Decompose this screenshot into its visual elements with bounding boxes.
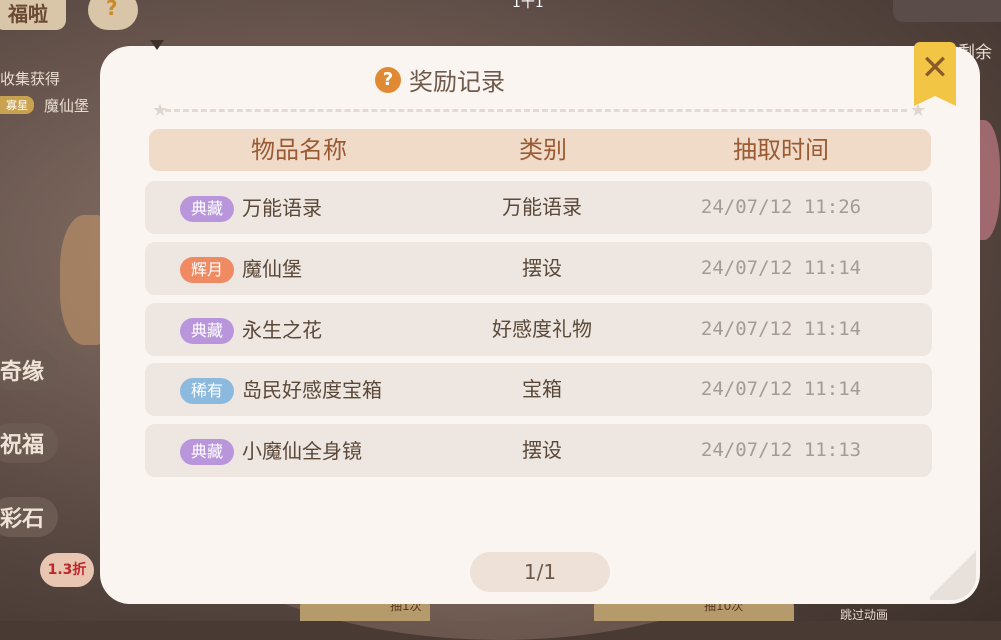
rarity-tag: 典藏 [180,438,234,465]
time-cell: 24/07/12 11:14 [700,378,862,400]
time-cell: 24/07/12 11:26 [700,196,862,218]
side-button-qiyuan[interactable]: 奇缘 [0,350,59,390]
top-left-button[interactable]: 福啦 [0,0,66,30]
item-name: 小魔仙全身镜 [242,439,362,463]
col-header-time: 抽取时间 [733,136,829,164]
rarity-badge-bg: 寡星 [0,96,34,114]
title-divider [165,109,907,112]
dialog-title: 奖励记录 [409,68,505,96]
page-indicator: 1/1 [470,552,610,592]
item-name: 永生之花 [242,318,322,342]
rarity-tag: 稀有 [180,377,234,404]
help-icon[interactable]: ? [375,66,401,93]
close-button[interactable]: ✕ [914,42,956,106]
item-name: 万能语录 [242,196,322,220]
top-right-panel [893,0,1001,22]
side-button-caishi[interactable]: 彩石 [0,497,59,537]
item-name-cell: 典藏 小魔仙全身镜 [180,424,362,478]
rarity-tag: 典藏 [180,317,234,344]
table-row: 典藏 小魔仙全身镜 摆设 24/07/12 11:13 [145,424,932,477]
item-name-cell: 稀有 岛民好感度宝箱 [180,363,382,417]
top-center-text: 1十1 [512,0,544,11]
page-fold-corner [930,548,976,600]
item-name-cell: 典藏 永生之花 [180,303,322,357]
category-cell: 摆设 [522,256,562,280]
category-cell: 好感度礼物 [492,317,592,341]
close-icon: ✕ [920,48,950,88]
table-row: 稀有 岛民好感度宝箱 宝箱 24/07/12 11:14 [145,363,932,416]
time-cell: 24/07/12 11:14 [700,257,862,279]
col-header-item-name: 物品名称 [251,136,347,164]
item-name: 岛民好感度宝箱 [242,378,382,402]
category-cell: 万能语录 [502,195,582,219]
top-help-button[interactable]: ? [88,0,138,30]
rarity-tag: 辉月 [180,256,234,283]
table-row: 典藏 万能语录 万能语录 24/07/12 11:26 [145,181,932,234]
discount-badge: 1.3折 [40,553,94,587]
table-row: 典藏 永生之花 好感度礼物 24/07/12 11:14 [145,303,932,356]
bg-item-text: 魔仙堡 [44,97,90,115]
time-cell: 24/07/12 11:13 [700,439,862,461]
category-cell: 宝箱 [522,377,562,401]
table-header: 物品名称 类别 抽取时间 [149,129,931,171]
table-row: 辉月 魔仙堡 摆设 24/07/12 11:14 [145,242,932,295]
col-header-category: 类别 [519,136,567,164]
rarity-tag: 典藏 [180,195,234,222]
item-name: 魔仙堡 [242,257,302,281]
dialog-title-row: ? 奖励记录 [0,62,880,97]
time-cell: 24/07/12 11:14 [700,318,862,340]
side-button-zhufu[interactable]: 祝福 [0,423,59,463]
dialog-notch [150,40,164,50]
star-left-icon: ★ [152,100,169,121]
item-name-cell: 辉月 魔仙堡 [180,242,302,296]
item-name-cell: 典藏 万能语录 [180,181,322,235]
skip-animation-label[interactable]: 跳过动画 [840,606,888,623]
category-cell: 摆设 [522,438,562,462]
